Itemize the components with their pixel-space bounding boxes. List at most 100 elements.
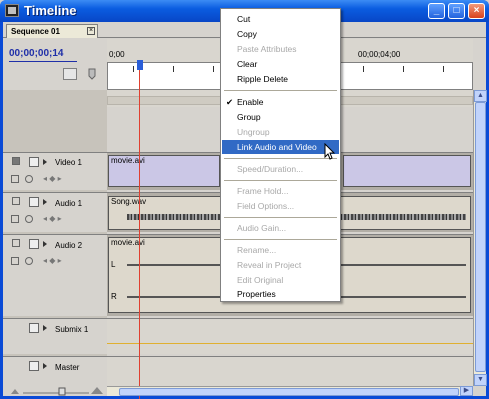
keyframe-nav[interactable]: ◂ ◆ ▸: [43, 256, 62, 265]
menu-item-label: Copy: [237, 29, 257, 39]
track-name: Audio 2: [55, 241, 83, 250]
close-icon: ×: [473, 5, 480, 16]
keyframe-nav[interactable]: ◂ ◆ ▸: [43, 214, 62, 223]
check-icon: ✔: [226, 97, 234, 107]
track-header-submix-1: Submix 1: [3, 318, 107, 354]
keyframe-mode-icon[interactable]: [25, 215, 33, 223]
menu-item-ungroup[interactable]: Ungroup: [222, 125, 339, 139]
menu-item-link-audio-video[interactable]: Link Audio and Video: [222, 140, 339, 154]
playhead-line[interactable]: [139, 70, 140, 399]
menu-item-copy[interactable]: Copy: [222, 27, 339, 41]
display-style-icon[interactable]: [11, 257, 19, 265]
display-style-icon[interactable]: [11, 175, 19, 183]
keyframe-mode-icon[interactable]: [25, 175, 33, 183]
minimize-icon: _: [433, 5, 440, 16]
close-icon[interactable]: ×: [87, 27, 95, 35]
vertical-scroll-thumb[interactable]: [475, 102, 486, 372]
menu-item-cut[interactable]: Cut: [222, 12, 339, 26]
menu-item-label: Ripple Delete: [237, 74, 289, 84]
menu-item-ripple-delete[interactable]: Ripple Delete: [222, 72, 339, 86]
clip-name: Song.wav: [111, 197, 147, 206]
close-button[interactable]: ×: [468, 3, 485, 19]
menu-separator: [224, 217, 337, 218]
horizontal-scrollbar[interactable]: ▶: [107, 386, 473, 396]
menu-item-label: Rename...: [237, 245, 277, 255]
speaker-icon[interactable]: [12, 197, 20, 205]
lock-checkbox[interactable]: [29, 323, 39, 333]
expand-icon[interactable]: [43, 363, 47, 369]
menu-item-edit-original[interactable]: Edit Original: [222, 273, 339, 287]
expand-icon[interactable]: [43, 241, 47, 247]
eye-icon[interactable]: [12, 157, 20, 165]
video-clip[interactable]: movie.avi: [108, 155, 220, 187]
channel-left-label: L: [111, 260, 116, 269]
menu-item-label: Field Options...: [237, 201, 295, 211]
video-clip-tail[interactable]: [343, 155, 471, 187]
expand-icon[interactable]: [43, 325, 47, 331]
menu-item-field-options[interactable]: Field Options...: [222, 199, 339, 213]
ruler-tick: [363, 66, 364, 72]
timecode-underline: [9, 61, 77, 62]
menu-item-properties[interactable]: Properties: [222, 287, 339, 301]
track-name: Video 1: [55, 158, 82, 167]
horizontal-scroll-thumb[interactable]: [119, 388, 459, 396]
ruler-label-start: 0;00: [109, 50, 125, 59]
menu-item-label: Edit Original: [237, 275, 284, 285]
lock-checkbox[interactable]: [29, 157, 39, 167]
snap-icon[interactable]: [63, 68, 77, 80]
menu-item-reveal-in-project[interactable]: Reveal in Project: [222, 258, 339, 272]
track-header-audio-1: Audio 1 ◂ ◆ ▸: [3, 192, 107, 232]
display-style-icon[interactable]: [11, 215, 19, 223]
maximize-button[interactable]: □: [448, 3, 465, 19]
track-lane-submix-1[interactable]: [107, 318, 473, 354]
menu-item-label: Paste Attributes: [237, 44, 297, 54]
menu-item-audio-gain[interactable]: Audio Gain...: [222, 221, 339, 235]
menu-item-label: Audio Gain...: [237, 223, 287, 233]
ruler-tick: [443, 66, 444, 72]
menu-item-label: Frame Hold...: [237, 186, 289, 196]
ruler-tick: [173, 66, 174, 72]
expand-icon[interactable]: [43, 199, 47, 205]
menu-item-label: Properties: [237, 289, 276, 299]
window-title: Timeline: [24, 3, 77, 18]
speaker-icon[interactable]: [12, 239, 20, 247]
menu-item-paste-attributes[interactable]: Paste Attributes: [222, 42, 339, 56]
menu-item-rename[interactable]: Rename...: [222, 243, 339, 257]
menu-item-speed-duration[interactable]: Speed/Duration...: [222, 162, 339, 176]
app-icon: [5, 4, 19, 17]
zoom-slider[interactable]: [9, 386, 104, 396]
vertical-scrollbar[interactable]: ▲ ▼: [473, 90, 487, 386]
menu-item-label: Reveal in Project: [237, 260, 302, 270]
keyframe-mode-icon[interactable]: [25, 257, 33, 265]
marker-icon[interactable]: [87, 68, 97, 80]
current-timecode[interactable]: 00;00;00;14: [9, 48, 63, 59]
menu-item-enable[interactable]: ✔ Enable: [222, 95, 339, 109]
tab-sequence[interactable]: Sequence 01 ×: [6, 24, 98, 38]
lock-checkbox[interactable]: [29, 239, 39, 249]
track-name: Master: [55, 363, 80, 372]
track-header-video-1: Video 1 ◂ ◆ ▸: [3, 152, 107, 190]
lock-checkbox[interactable]: [29, 361, 39, 371]
track-name: Audio 1: [55, 199, 83, 208]
menu-item-label: Group: [237, 112, 261, 122]
keyframe-nav[interactable]: ◂ ◆ ▸: [43, 174, 62, 183]
menu-item-label: Enable: [237, 97, 264, 107]
minimize-button[interactable]: _: [428, 3, 445, 19]
marker-shape-icon: [88, 68, 96, 80]
track-lane-master[interactable]: [107, 356, 473, 386]
menu-item-clear[interactable]: Clear: [222, 57, 339, 71]
menu-item-group[interactable]: Group: [222, 110, 339, 124]
scroll-up-icon[interactable]: ▲: [474, 90, 487, 102]
menu-item-label: Link Audio and Video: [237, 142, 317, 152]
scroll-right-icon[interactable]: ▶: [460, 386, 473, 396]
volume-line: [107, 343, 473, 344]
playhead-handle[interactable]: [137, 60, 143, 70]
lock-checkbox[interactable]: [29, 197, 39, 207]
mouse-cursor-icon: [324, 143, 336, 160]
context-menu: Cut Copy Paste Attributes Clear Ripple D…: [220, 8, 341, 302]
menu-item-frame-hold[interactable]: Frame Hold...: [222, 184, 339, 198]
expand-icon[interactable]: [43, 159, 47, 165]
track-header-master: Master: [3, 356, 107, 386]
scroll-down-icon[interactable]: ▼: [474, 374, 487, 386]
menu-item-label: Speed/Duration...: [237, 164, 304, 174]
